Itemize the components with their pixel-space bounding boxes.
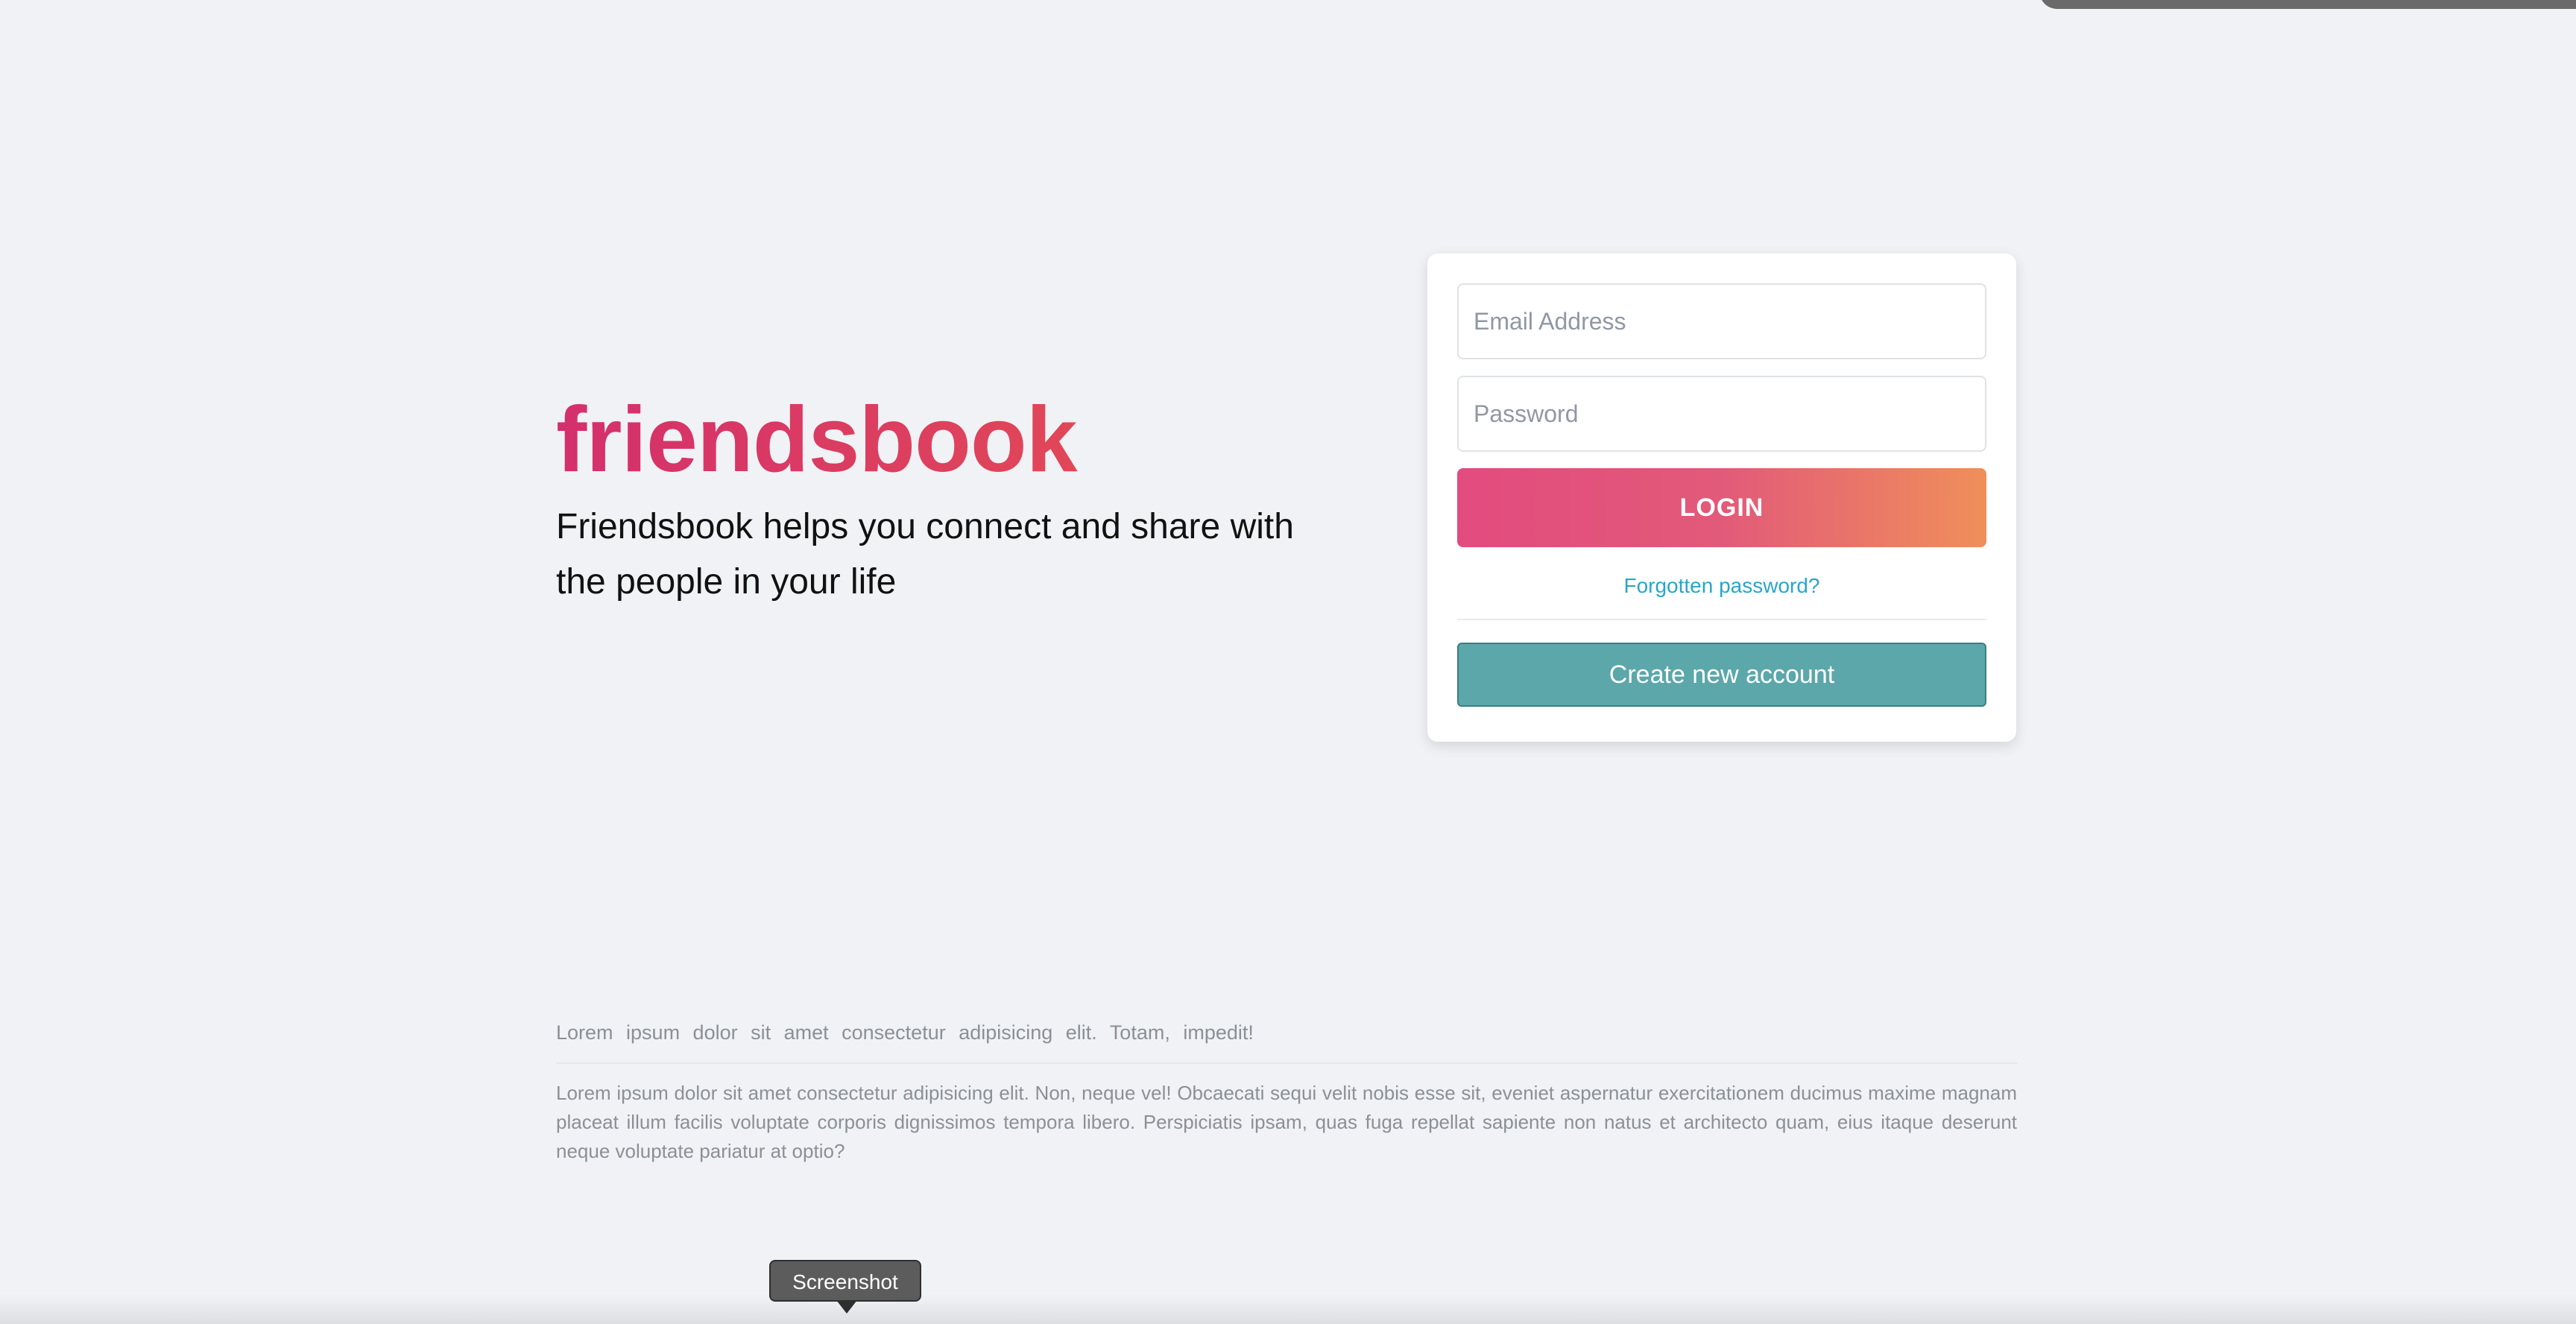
- footer-paragraph: Lorem ipsum dolor sit amet consectetur a…: [556, 1082, 2017, 1162]
- footer: Lorem ipsum dolor sit amet consectetur a…: [556, 1018, 2017, 1166]
- forgot-password-link[interactable]: Forgotten password?: [1457, 574, 1986, 598]
- card-divider: [1457, 619, 1986, 620]
- hero-section: friendsbook Friendsbook helps you connec…: [556, 388, 1376, 610]
- window-edge-bar: [2039, 0, 2576, 9]
- login-button[interactable]: LOGIN: [1457, 468, 1986, 547]
- password-field[interactable]: [1457, 376, 1986, 452]
- create-account-button[interactable]: Create new account: [1457, 643, 1986, 707]
- bottom-shadow: [0, 1294, 2576, 1324]
- login-card: LOGIN Forgotten password? Create new acc…: [1427, 253, 2016, 742]
- footer-divider: [556, 1062, 2017, 1064]
- footer-line: Lorem ipsum dolor sit amet consectetur a…: [556, 1021, 1254, 1044]
- brand-tagline: Friendsbook helps you connect and share …: [556, 507, 1294, 602]
- brand-logo: friendsbook: [556, 388, 1376, 492]
- email-field[interactable]: [1457, 283, 1986, 359]
